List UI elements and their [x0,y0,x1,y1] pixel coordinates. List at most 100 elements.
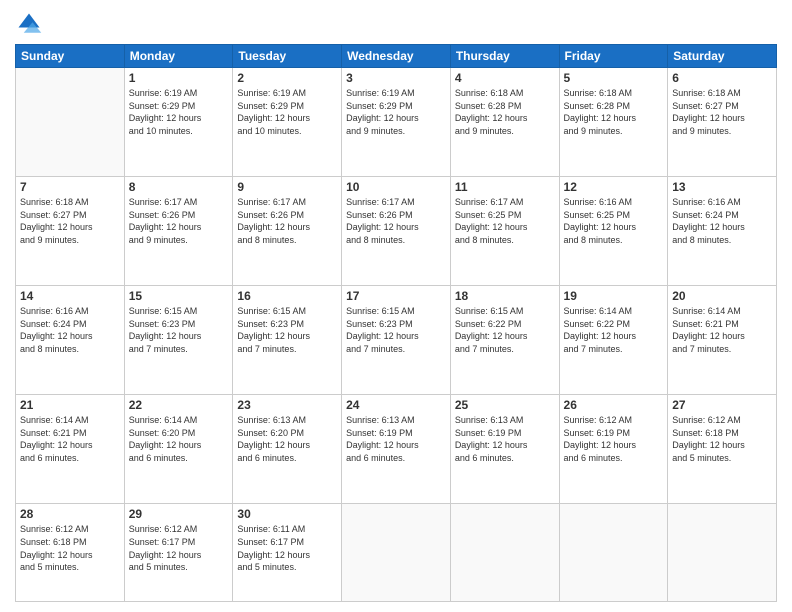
calendar-cell: 13 Sunrise: 6:16 AM Sunset: 6:24 PM Dayli… [668,177,777,286]
calendar-cell: 18 Sunrise: 6:15 AM Sunset: 6:22 PM Dayli… [450,286,559,395]
calendar-cell: 20 Sunrise: 6:14 AM Sunset: 6:21 PM Dayli… [668,286,777,395]
calendar-cell: 7 Sunrise: 6:18 AM Sunset: 6:27 PM Daylig… [16,177,125,286]
day-info: Sunrise: 6:14 AM Sunset: 6:21 PM Dayligh… [672,305,772,355]
day-info: Sunrise: 6:13 AM Sunset: 6:19 PM Dayligh… [455,414,555,464]
day-info: Sunrise: 6:19 AM Sunset: 6:29 PM Dayligh… [346,87,446,137]
day-info: Sunrise: 6:15 AM Sunset: 6:23 PM Dayligh… [129,305,229,355]
weekday-header: Saturday [668,45,777,68]
day-number: 20 [672,289,772,303]
calendar-table: SundayMondayTuesdayWednesdayThursdayFrid… [15,44,777,602]
day-number: 12 [564,180,664,194]
day-info: Sunrise: 6:17 AM Sunset: 6:25 PM Dayligh… [455,196,555,246]
day-info: Sunrise: 6:17 AM Sunset: 6:26 PM Dayligh… [346,196,446,246]
calendar-cell: 14 Sunrise: 6:16 AM Sunset: 6:24 PM Dayli… [16,286,125,395]
day-info: Sunrise: 6:16 AM Sunset: 6:24 PM Dayligh… [672,196,772,246]
calendar-cell [668,504,777,602]
day-number: 28 [20,507,120,521]
day-info: Sunrise: 6:12 AM Sunset: 6:17 PM Dayligh… [129,523,229,573]
day-info: Sunrise: 6:18 AM Sunset: 6:27 PM Dayligh… [20,196,120,246]
calendar-cell: 28 Sunrise: 6:12 AM Sunset: 6:18 PM Dayli… [16,504,125,602]
day-number: 4 [455,71,555,85]
day-number: 25 [455,398,555,412]
day-number: 16 [237,289,337,303]
weekday-header: Thursday [450,45,559,68]
calendar-cell [16,68,125,177]
day-number: 21 [20,398,120,412]
day-number: 2 [237,71,337,85]
day-info: Sunrise: 6:18 AM Sunset: 6:28 PM Dayligh… [564,87,664,137]
day-number: 1 [129,71,229,85]
calendar-cell [450,504,559,602]
calendar-cell: 19 Sunrise: 6:14 AM Sunset: 6:22 PM Dayli… [559,286,668,395]
day-info: Sunrise: 6:14 AM Sunset: 6:21 PM Dayligh… [20,414,120,464]
day-number: 19 [564,289,664,303]
day-number: 30 [237,507,337,521]
calendar-cell: 10Sunrise: 6:17 AM Sunset: 6:26 PM Dayli… [342,177,451,286]
calendar-cell: 25 Sunrise: 6:13 AM Sunset: 6:19 PM Dayli… [450,395,559,504]
weekday-header: Sunday [16,45,125,68]
day-info: Sunrise: 6:17 AM Sunset: 6:26 PM Dayligh… [129,196,229,246]
day-info: Sunrise: 6:13 AM Sunset: 6:19 PM Dayligh… [346,414,446,464]
calendar-cell: 9 Sunrise: 6:17 AM Sunset: 6:26 PM Daylig… [233,177,342,286]
calendar-cell: 23 Sunrise: 6:13 AM Sunset: 6:20 PM Dayli… [233,395,342,504]
header [15,10,777,38]
day-info: Sunrise: 6:17 AM Sunset: 6:26 PM Dayligh… [237,196,337,246]
day-number: 3 [346,71,446,85]
page: SundayMondayTuesdayWednesdayThursdayFrid… [0,0,792,612]
day-info: Sunrise: 6:19 AM Sunset: 6:29 PM Dayligh… [237,87,337,137]
day-number: 14 [20,289,120,303]
calendar-cell: 21 Sunrise: 6:14 AM Sunset: 6:21 PM Dayli… [16,395,125,504]
day-number: 15 [129,289,229,303]
day-number: 27 [672,398,772,412]
day-number: 17 [346,289,446,303]
day-number: 24 [346,398,446,412]
calendar-cell: 1 Sunrise: 6:19 AM Sunset: 6:29 PM Daylig… [124,68,233,177]
day-info: Sunrise: 6:19 AM Sunset: 6:29 PM Dayligh… [129,87,229,137]
calendar-cell: 11Sunrise: 6:17 AM Sunset: 6:25 PM Dayli… [450,177,559,286]
day-number: 29 [129,507,229,521]
day-info: Sunrise: 6:14 AM Sunset: 6:22 PM Dayligh… [564,305,664,355]
weekday-header: Monday [124,45,233,68]
calendar-cell: 30 Sunrise: 6:11 AM Sunset: 6:17 PM Dayli… [233,504,342,602]
calendar-cell: 29 Sunrise: 6:12 AM Sunset: 6:17 PM Dayli… [124,504,233,602]
day-info: Sunrise: 6:11 AM Sunset: 6:17 PM Dayligh… [237,523,337,573]
day-number: 18 [455,289,555,303]
calendar-cell: 3 Sunrise: 6:19 AM Sunset: 6:29 PM Daylig… [342,68,451,177]
weekday-header: Wednesday [342,45,451,68]
day-number: 7 [20,180,120,194]
day-number: 23 [237,398,337,412]
day-info: Sunrise: 6:15 AM Sunset: 6:23 PM Dayligh… [237,305,337,355]
calendar-cell [559,504,668,602]
day-info: Sunrise: 6:16 AM Sunset: 6:24 PM Dayligh… [20,305,120,355]
calendar-cell: 24 Sunrise: 6:13 AM Sunset: 6:19 PM Dayli… [342,395,451,504]
calendar-cell: 16 Sunrise: 6:15 AM Sunset: 6:23 PM Dayli… [233,286,342,395]
calendar-cell: 26Sunrise: 6:12 AM Sunset: 6:19 PM Dayli… [559,395,668,504]
day-number: 9 [237,180,337,194]
day-info: Sunrise: 6:15 AM Sunset: 6:22 PM Dayligh… [455,305,555,355]
calendar-cell: 17 Sunrise: 6:15 AM Sunset: 6:23 PM Dayli… [342,286,451,395]
day-info: Sunrise: 6:14 AM Sunset: 6:20 PM Dayligh… [129,414,229,464]
calendar-cell: 4 Sunrise: 6:18 AM Sunset: 6:28 PM Daylig… [450,68,559,177]
day-info: Sunrise: 6:18 AM Sunset: 6:27 PM Dayligh… [672,87,772,137]
day-number: 26 [564,398,664,412]
logo [15,10,45,38]
calendar-cell: 27 Sunrise: 6:12 AM Sunset: 6:18 PM Dayli… [668,395,777,504]
day-info: Sunrise: 6:12 AM Sunset: 6:18 PM Dayligh… [20,523,120,573]
day-number: 22 [129,398,229,412]
day-number: 8 [129,180,229,194]
calendar-cell: 6Sunrise: 6:18 AM Sunset: 6:27 PM Daylig… [668,68,777,177]
calendar-cell: 12 Sunrise: 6:16 AM Sunset: 6:25 PM Dayli… [559,177,668,286]
calendar-cell: 22 Sunrise: 6:14 AM Sunset: 6:20 PM Dayli… [124,395,233,504]
day-number: 5 [564,71,664,85]
day-info: Sunrise: 6:13 AM Sunset: 6:20 PM Dayligh… [237,414,337,464]
logo-icon [15,10,43,38]
day-info: Sunrise: 6:16 AM Sunset: 6:25 PM Dayligh… [564,196,664,246]
weekday-header: Tuesday [233,45,342,68]
day-number: 13 [672,180,772,194]
calendar-cell: 2 Sunrise: 6:19 AM Sunset: 6:29 PM Daylig… [233,68,342,177]
calendar-cell [342,504,451,602]
day-info: Sunrise: 6:15 AM Sunset: 6:23 PM Dayligh… [346,305,446,355]
calendar-cell: 15 Sunrise: 6:15 AM Sunset: 6:23 PM Dayli… [124,286,233,395]
day-info: Sunrise: 6:12 AM Sunset: 6:18 PM Dayligh… [672,414,772,464]
day-info: Sunrise: 6:18 AM Sunset: 6:28 PM Dayligh… [455,87,555,137]
